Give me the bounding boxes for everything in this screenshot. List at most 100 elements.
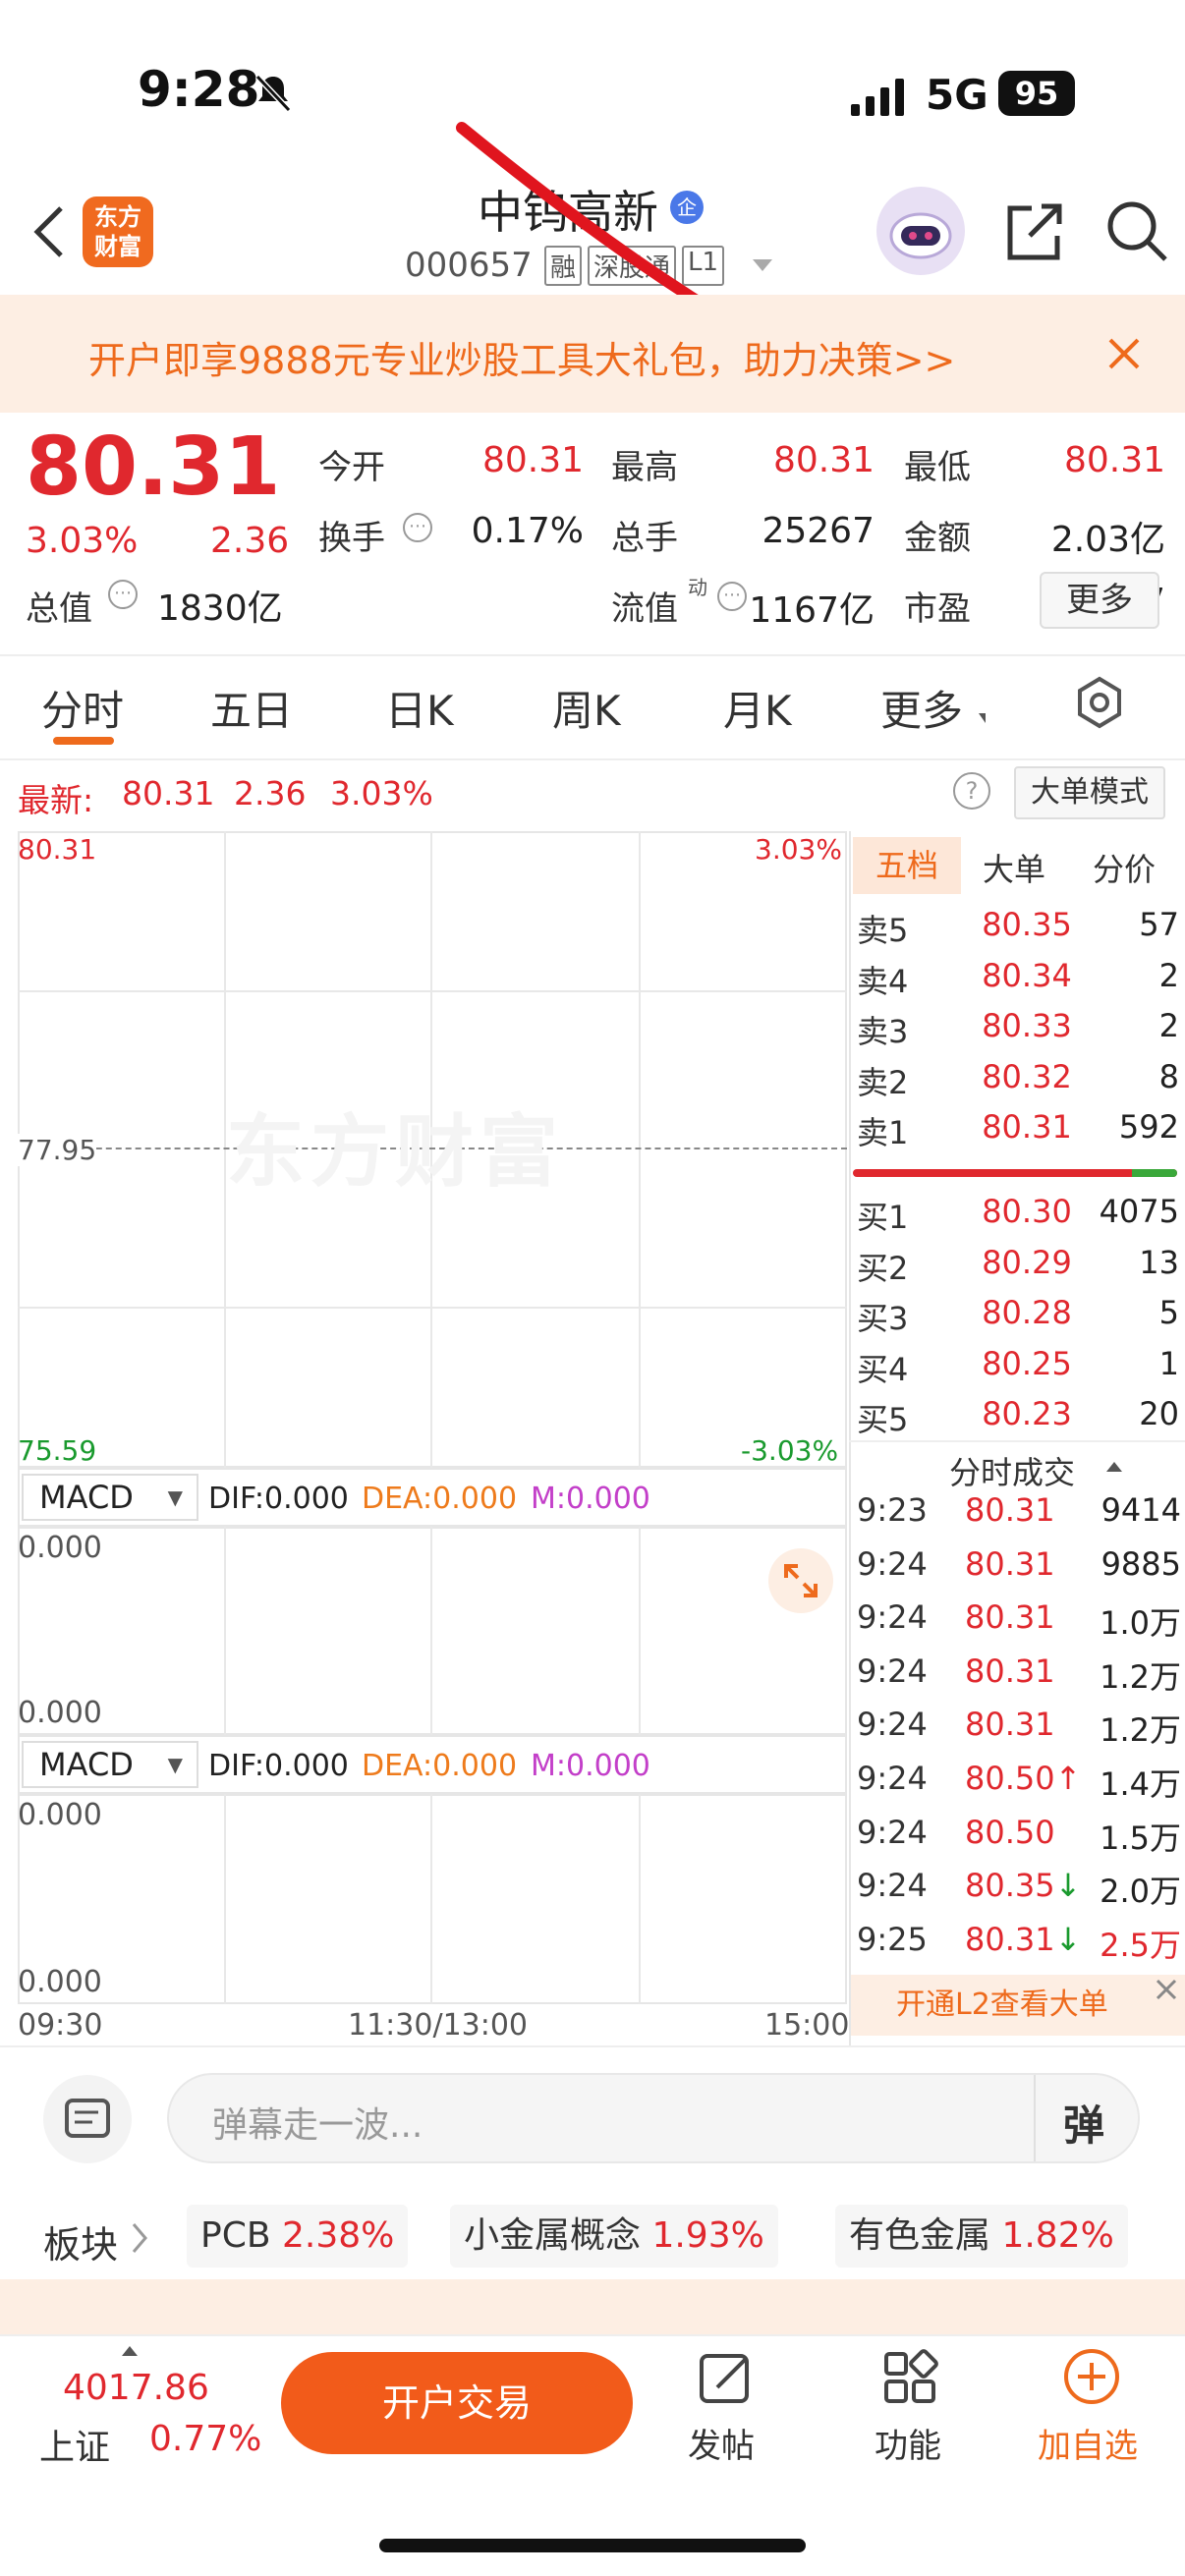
indicator-select[interactable]: MACD ▼: [22, 1474, 198, 1521]
close-icon[interactable]: [1106, 336, 1142, 375]
sector-chip[interactable]: 小金属概念 1.93%: [450, 2205, 778, 2268]
trades-title[interactable]: 分时成交: [949, 1448, 1075, 1493]
trade-volume: 1.0万: [1100, 1604, 1181, 1643]
pct-label-bottom: -3.03%: [741, 1434, 839, 1467]
indicator-select[interactable]: MACD ▼: [22, 1741, 198, 1788]
big-order-mode-button[interactable]: 大单模式: [1014, 766, 1165, 819]
stat-label: 市盈: [904, 589, 971, 629]
orderbook-tab-five-label[interactable]: 五档: [875, 847, 938, 884]
l2-upgrade-text[interactable]: 开通L2查看大单: [896, 1988, 1108, 2022]
tab-day-k[interactable]: 日K: [385, 678, 454, 738]
m-label: M:0.000: [531, 1482, 650, 1516]
ai-assistant-icon[interactable]: [876, 187, 965, 275]
bid-row[interactable]: 买2 80.29 13: [855, 1244, 1179, 1295]
tab-more[interactable]: 更多: [880, 678, 963, 738]
trade-row[interactable]: 9:24 80.31 1.2万: [857, 1706, 1181, 1759]
collapse-icon[interactable]: [1106, 1462, 1122, 1472]
trade-time: 9:24: [857, 1544, 928, 1583]
trade-time: 9:24: [857, 1652, 928, 1690]
sector-chip[interactable]: 有色金属 1.82%: [835, 2205, 1128, 2268]
trade-row[interactable]: 9:24 80.31 9885: [857, 1545, 1181, 1598]
open-trade-button[interactable]: 开户交易: [281, 2352, 633, 2454]
trade-row[interactable]: 9:23 80.31 9414: [857, 1491, 1181, 1544]
l2-upgrade-banner[interactable]: 开通L2查看大单: [851, 1975, 1185, 2036]
open-trade-label[interactable]: 开户交易: [382, 2381, 532, 2425]
home-indicator[interactable]: [379, 2539, 806, 2552]
more-button[interactable]: 更多: [1040, 572, 1159, 629]
help-icon[interactable]: ?: [953, 772, 990, 810]
sector-label[interactable]: 板块: [43, 2214, 118, 2268]
ask-row[interactable]: 卖1 80.31 592: [855, 1108, 1179, 1159]
battery-level: 95: [1014, 75, 1059, 112]
info-icon[interactable]: ⋯: [108, 580, 138, 609]
promo-text[interactable]: 开户即享9888元专业炒股工具大礼包，助力决策>>: [88, 330, 955, 384]
danmu-placeholder[interactable]: 弹幕走一波...: [212, 2097, 423, 2148]
ask-row[interactable]: 卖3 80.33 2: [855, 1007, 1179, 1058]
back-icon[interactable]: [26, 202, 75, 261]
latest-label: 最新:: [18, 781, 94, 819]
grid-line: [639, 831, 641, 1468]
indicator-name[interactable]: MACD: [39, 1746, 134, 1783]
trade-time: 9:24: [857, 1706, 928, 1744]
change-pct: 3.03%: [26, 521, 139, 561]
indicator-chart[interactable]: [18, 1527, 847, 1735]
indicator-bottom-value: 0.000: [18, 1965, 102, 1999]
trade-row[interactable]: 9:24 80.31 1.0万: [857, 1598, 1181, 1652]
bid-row[interactable]: 买1 80.30 4075: [855, 1193, 1179, 1244]
info-icon[interactable]: ⋯: [403, 513, 432, 542]
index-value[interactable]: 4017.86: [63, 2368, 209, 2408]
orderbook-tab-five[interactable]: 五档: [853, 837, 961, 894]
orderbook-tab-price[interactable]: 分价: [1093, 845, 1156, 890]
comment-icon[interactable]: [43, 2075, 132, 2163]
ask-row[interactable]: 卖4 80.34 2: [855, 957, 1179, 1008]
battery-icon: 95: [998, 71, 1075, 116]
danmu-input[interactable]: 弹幕走一波... 弹: [167, 2073, 1140, 2163]
orderbook-tab-big[interactable]: 大单: [983, 845, 1045, 890]
expand-icon[interactable]: [768, 1548, 833, 1613]
stat-label: 今开: [318, 448, 385, 487]
big-order-mode-label[interactable]: 大单模式: [1031, 775, 1149, 810]
bid-row[interactable]: 买4 80.25 1: [855, 1345, 1179, 1396]
settings-icon[interactable]: [1073, 676, 1126, 733]
functions-label[interactable]: 功能: [875, 2419, 941, 2467]
tab-five-day[interactable]: 五日: [210, 678, 293, 738]
danmu-toggle-button[interactable]: 弹: [1063, 2093, 1104, 2153]
post-label[interactable]: 发帖: [688, 2419, 755, 2467]
level-volume: 20: [1139, 1395, 1179, 1432]
trade-row[interactable]: 9:24 80.50↑ 1.4万: [857, 1760, 1181, 1813]
close-icon[interactable]: [1154, 1977, 1179, 2006]
index-name[interactable]: 上证: [39, 2419, 110, 2470]
promo-banner[interactable]: 开户即享9888元专业炒股工具大礼包，助力决策>>: [0, 295, 1185, 413]
bid-row[interactable]: 买3 80.28 5: [855, 1294, 1179, 1345]
trade-price: 80.50↑: [965, 1760, 1082, 1797]
indicator-name[interactable]: MACD: [39, 1479, 134, 1516]
level-price: 80.32: [982, 1057, 1072, 1095]
level-label: 卖5: [857, 912, 909, 949]
sector-chip[interactable]: PCB 2.38%: [187, 2205, 409, 2268]
tab-week-k[interactable]: 周K: [552, 678, 621, 738]
level-volume: 2: [1158, 1007, 1179, 1044]
info-icon[interactable]: ⋯: [717, 582, 747, 611]
add-watch-icon[interactable]: [1061, 2346, 1122, 2411]
trade-row[interactable]: 9:24 80.31 1.2万: [857, 1652, 1181, 1706]
divider: [0, 2045, 1185, 2047]
share-icon[interactable]: [1002, 200, 1065, 267]
trade-volume: 9414: [1100, 1491, 1181, 1529]
trade-row[interactable]: 9:24 80.35↓ 2.0万: [857, 1867, 1181, 1920]
more-button-label[interactable]: 更多: [1066, 581, 1133, 620]
indicator-chart[interactable]: [18, 1794, 847, 2004]
ask-row[interactable]: 卖5 80.35 57: [855, 906, 1179, 957]
trade-row[interactable]: 9:25 80.31↓ 2.5万: [857, 1921, 1181, 1974]
tab-month-k[interactable]: 月K: [723, 678, 792, 738]
watermark: 东方财富: [226, 1106, 564, 1198]
bid-row[interactable]: 买5 80.23 20: [855, 1395, 1179, 1446]
index-pct[interactable]: 0.77%: [149, 2419, 261, 2459]
post-icon[interactable]: [696, 2348, 755, 2411]
tab-intraday[interactable]: 分时: [41, 678, 124, 738]
stat-value: 80.31: [481, 440, 584, 480]
add-watch-label[interactable]: 加自选: [1038, 2419, 1138, 2467]
ask-row[interactable]: 卖2 80.32 8: [855, 1058, 1179, 1109]
search-icon[interactable]: [1102, 196, 1171, 269]
functions-icon[interactable]: [880, 2348, 939, 2411]
trade-row[interactable]: 9:24 80.50 1.5万: [857, 1814, 1181, 1867]
